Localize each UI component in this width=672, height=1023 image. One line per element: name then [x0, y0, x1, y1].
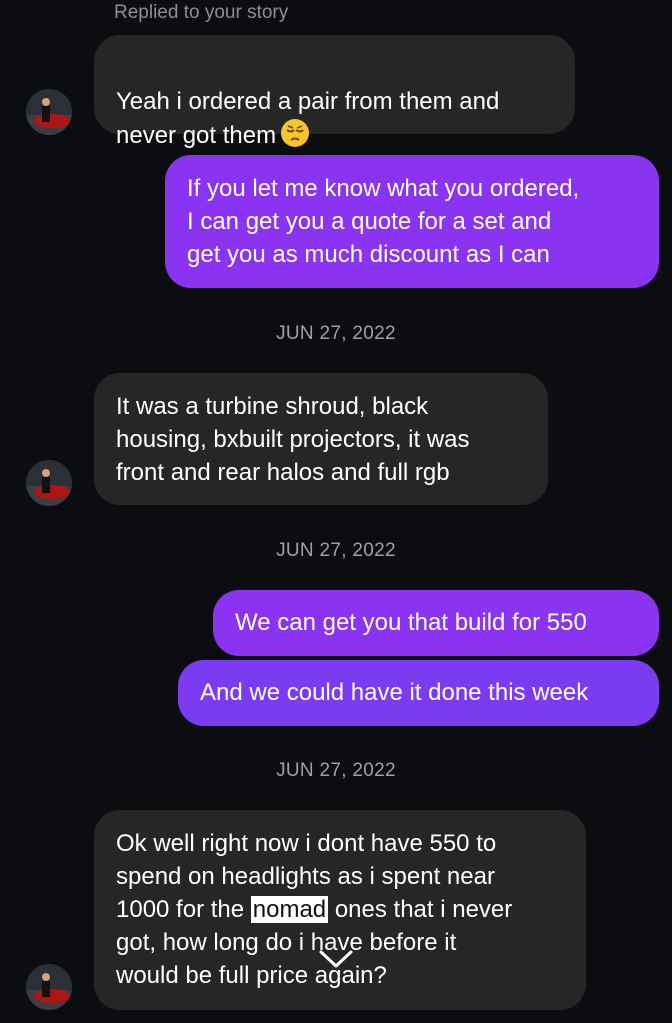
avatar[interactable]	[26, 964, 72, 1010]
message-sent-2[interactable]: We can get you that build for 550	[213, 590, 659, 656]
message-received-3[interactable]: Ok well right now i dont have 550 to spe…	[94, 810, 586, 1010]
date-separator: JUN 27, 2022	[276, 323, 396, 344]
message-received-1[interactable]: Yeah i ordered a pair from them and neve…	[94, 35, 575, 149]
message-received-2[interactable]: It was a turbine shroud, black housing, …	[94, 373, 548, 505]
chevron-down-icon[interactable]	[318, 949, 354, 974]
message-sent-1[interactable]: If you let me know what you ordered, I c…	[165, 155, 659, 288]
date-separator: JUN 27, 2022	[276, 760, 396, 781]
avatar[interactable]	[26, 89, 72, 135]
date-separator: JUN 27, 2022	[276, 540, 396, 561]
message-sent-3[interactable]: And we could have it done this week	[178, 660, 659, 726]
pensive-face-icon	[280, 118, 310, 148]
story-reply-note: Replied to your story	[114, 2, 289, 23]
avatar[interactable]	[26, 460, 72, 506]
selected-word[interactable]: nomad	[250, 896, 329, 923]
